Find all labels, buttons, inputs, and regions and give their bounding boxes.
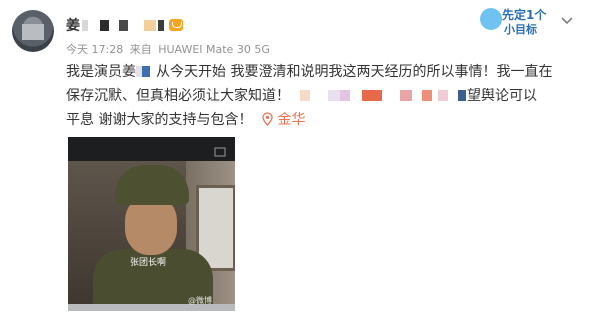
post-text-line1: 我是演员姜 从今天开始 我要澄清和说明我这两天经历的所以事情！我一直在 <box>66 60 578 84</box>
post-text-segment: 我是演员姜 <box>66 64 136 80</box>
vip-badge-icon[interactable] <box>169 19 183 31</box>
badge-bubble-icon <box>480 8 502 30</box>
avatar-mosaic <box>22 24 44 40</box>
redacted-block <box>119 19 128 31</box>
user-badge: 先定1个 小目标 <box>480 4 546 38</box>
video-subtitle: 张团长啊 <box>130 258 167 268</box>
weibo-post-card: 姜 今天 17:28 来自 HUAWEI Mate 30 5G 先定1个 小目标… <box>0 0 591 316</box>
name-row: 姜 <box>66 16 183 34</box>
redacted-text <box>458 90 466 101</box>
username[interactable]: 姜 <box>66 15 80 35</box>
redacted-block <box>100 19 109 31</box>
actor-face <box>125 197 177 255</box>
post-timestamp[interactable]: 今天 17:28 <box>66 43 123 56</box>
redacted-text <box>300 90 310 101</box>
post-text-line3: 平息 谢谢大家的支持与包含！ 金华 <box>66 108 578 132</box>
post-text-segment: 平息 谢谢大家的支持与包含！ <box>66 112 253 128</box>
actor-cap <box>115 165 189 205</box>
post-text-line2: 保存沉默、但真相必须让大家知道！ 望舆论可以 <box>66 84 578 108</box>
redacted-text <box>328 90 340 101</box>
post-text-segment: 从今天开始 我要澄清和说明我这两天经历的所以事情！我一直在 <box>156 64 553 80</box>
image-watermark: @微博 <box>188 296 212 305</box>
redacted-text <box>340 90 350 101</box>
post-text-segment: 保存沉默、但真相必须让大家知道！ <box>66 88 290 104</box>
video-control-icon <box>214 143 226 157</box>
redacted-text <box>438 90 448 101</box>
post-meta: 今天 17:28 来自 HUAWEI Mate 30 5G <box>66 41 273 57</box>
redacted-text <box>362 90 382 101</box>
location-pin-icon <box>262 110 274 126</box>
avatar[interactable] <box>12 10 54 52</box>
source-prefix: 来自 <box>129 43 152 56</box>
redacted-block <box>158 19 164 31</box>
redacted-block <box>144 19 156 31</box>
redacted-name <box>82 19 88 31</box>
chevron-down-icon[interactable] <box>560 14 574 28</box>
post-text-segment: 望舆论可以 <box>467 88 537 104</box>
location-link[interactable]: 金华 <box>277 112 305 128</box>
redacted-name <box>142 66 150 77</box>
post-image[interactable]: 张团长啊 @微博 <box>68 137 235 311</box>
redacted-text <box>400 90 412 101</box>
laptop-screen: 张团长啊 <box>68 161 235 309</box>
redacted-text <box>422 90 432 101</box>
badge-line2: 小目标 <box>504 23 537 36</box>
device-source[interactable]: HUAWEI Mate 30 5G <box>158 43 270 56</box>
